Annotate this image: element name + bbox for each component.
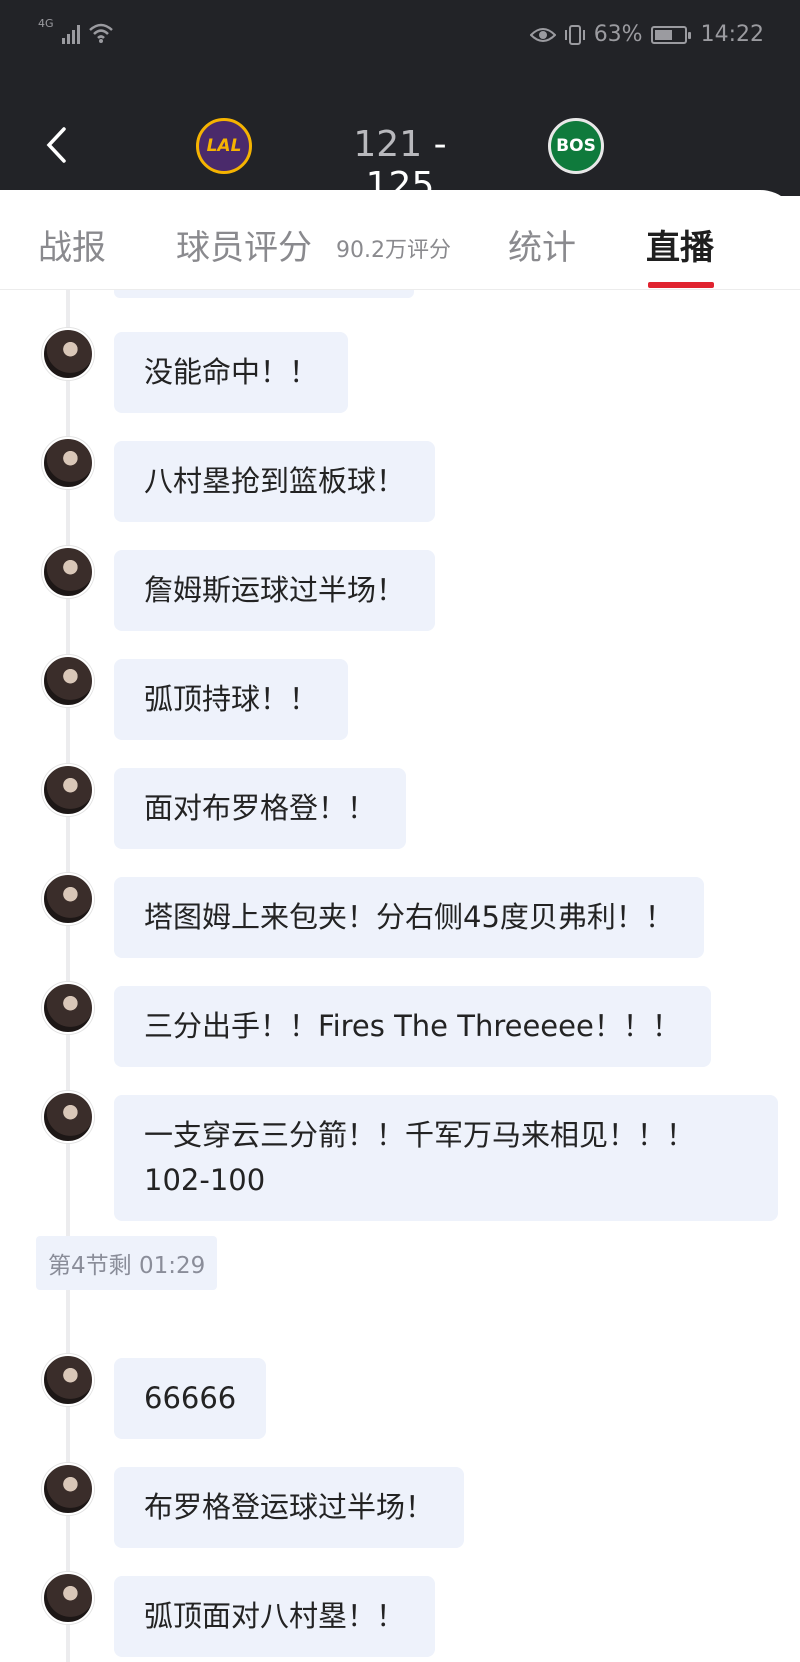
tab-report[interactable]: 战报 <box>38 220 106 269</box>
home-team-logo[interactable]: LAL <box>196 118 252 174</box>
away-team-logo[interactable]: BOS <box>548 118 604 174</box>
comment-bubble: 一支穿云三分箭！！千军万马来相见！！！ 102-100 <box>114 1095 778 1221</box>
tab-player-ratings[interactable]: 球员评分 <box>176 220 312 269</box>
comment-bubble: 詹姆斯运球过半场！ <box>114 550 436 631</box>
back-button[interactable] <box>36 120 76 170</box>
comment-bubble: 66666 <box>114 1358 267 1439</box>
game-header: 4G 63% 14:22 LAL 121 - 125 BOS <box>0 0 800 206</box>
avatar[interactable] <box>42 873 94 925</box>
avatar[interactable] <box>42 1091 94 1143</box>
ratings-count: 90.2万评分 <box>336 238 451 263</box>
avatar[interactable] <box>42 328 94 380</box>
battery-icon <box>650 25 691 44</box>
comment-bubble: 塔图姆上来包夹！分右侧45度贝弗利！！ <box>114 877 704 958</box>
battery-percent: 63% <box>593 22 643 47</box>
tab-live[interactable]: 直播 <box>646 220 714 269</box>
avatar[interactable] <box>42 655 94 707</box>
home-score: 121 <box>353 124 423 165</box>
avatar[interactable] <box>42 1572 94 1624</box>
eye-icon <box>529 27 556 42</box>
active-tab-indicator <box>648 282 714 288</box>
previous-comment-bubble <box>114 290 414 298</box>
network-type: 4G <box>38 17 54 30</box>
comment-bubble: 三分出手！！Fires The Threeeee！！！ <box>114 986 711 1067</box>
chevron-left-icon <box>46 127 66 163</box>
live-feed[interactable]: 没能命中！！ 八村塁抢到篮板球！ 詹姆斯运球过半场！ 弧顶持球！！ 面对布罗格登… <box>0 290 800 1662</box>
comment-bubble: 弧顶持球！！ <box>114 659 349 740</box>
avatar[interactable] <box>42 764 94 816</box>
avatar[interactable] <box>42 437 94 489</box>
comment-bubble: 布罗格登运球过半场！ <box>114 1467 465 1548</box>
tab-bar: 战报 球员评分 90.2万评分 统计 直播 <box>0 190 800 290</box>
avatar[interactable] <box>42 982 94 1034</box>
comment-bubble: 弧顶面对八村塁！！ <box>114 1576 436 1657</box>
comment-bubble: 面对布罗格登！！ <box>114 768 407 849</box>
tab-stats[interactable]: 统计 <box>508 220 576 269</box>
period-time-tag: 第4节剩 01:29 <box>36 1236 218 1290</box>
comment-bubble: 八村塁抢到篮板球！ <box>114 441 436 522</box>
wifi-icon <box>88 23 113 43</box>
comment-bubble: 没能命中！！ <box>114 332 349 413</box>
clock: 14:22 <box>700 22 764 47</box>
avatar[interactable] <box>42 546 94 598</box>
vibrate-icon <box>564 24 585 45</box>
score-separator: - <box>433 124 447 165</box>
avatar[interactable] <box>42 1354 94 1406</box>
signal-icon <box>61 24 80 44</box>
avatar[interactable] <box>42 1463 94 1515</box>
status-bar: 4G 63% 14:22 <box>0 0 800 72</box>
